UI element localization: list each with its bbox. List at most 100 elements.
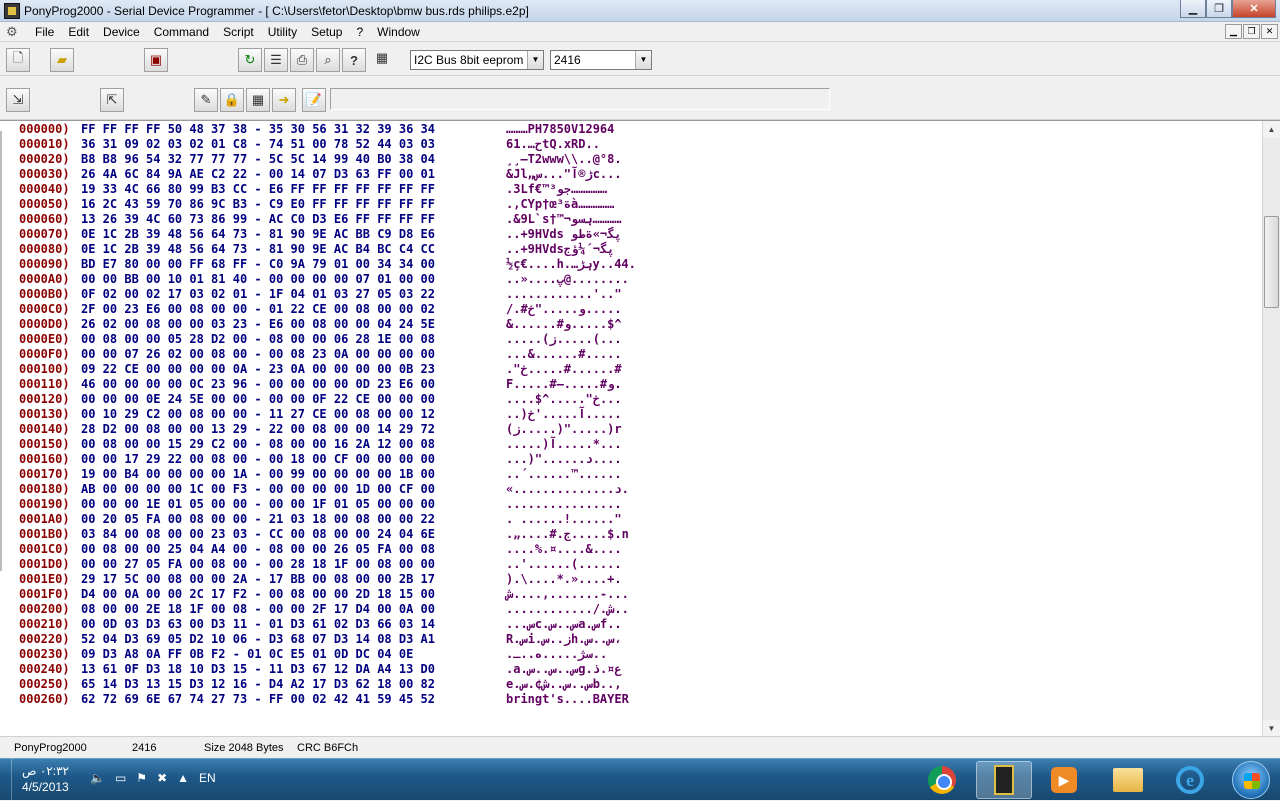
close-button[interactable]: ✕ (1232, 0, 1276, 18)
table-row[interactable]: 0001F0) D4 00 0A 00 00 2C 17 F2 - 00 08 0… (0, 587, 1262, 602)
serial-number-button[interactable]: ▦ (246, 88, 270, 112)
row-ascii[interactable]: ................ (506, 497, 622, 512)
row-hex-bytes[interactable]: 00 20 05 FA 00 08 00 00 - 21 03 18 00 08… (81, 512, 435, 527)
row-ascii[interactable]: .....)آ.....*... (506, 437, 622, 452)
reload-button[interactable]: ↻ (238, 48, 262, 72)
row-hex-bytes[interactable]: AB 00 00 00 00 1C 00 F3 - 00 00 00 00 1D… (81, 482, 435, 497)
scroll-thumb[interactable] (1264, 216, 1279, 308)
vertical-scrollbar[interactable]: ▲ ▼ (1262, 121, 1280, 736)
chevron-down-icon[interactable]: ▼ (527, 51, 543, 69)
taskbar-ponyprog[interactable] (976, 761, 1032, 799)
row-ascii[interactable]: F.....#–.....#و. (506, 377, 622, 392)
minimize-button[interactable]: ▁ (1180, 0, 1206, 18)
row-hex-bytes[interactable]: 26 02 00 08 00 00 03 23 - E6 00 08 00 00… (81, 317, 435, 332)
row-hex-bytes[interactable]: 65 14 D3 13 15 D3 12 16 - D4 A2 17 D3 62… (81, 677, 435, 692)
row-hex-bytes[interactable]: 19 33 4C 66 80 99 B3 CC - E6 FF FF FF FF… (81, 182, 435, 197)
read-all-button[interactable]: ⇲ (6, 88, 30, 112)
action-center-icon[interactable]: ⚑ (136, 771, 147, 785)
table-row[interactable]: 000180) AB 00 00 00 00 1C 00 F3 - 00 00 0… (0, 482, 1262, 497)
row-hex-bytes[interactable]: 36 31 09 02 03 02 01 C8 - 74 51 00 78 52… (81, 137, 435, 152)
row-ascii[interactable]: ..´......™...... (506, 467, 622, 482)
row-ascii[interactable]: &......#و.....$^ (506, 317, 622, 332)
print-button[interactable]: ⎙ (290, 48, 314, 72)
find-button[interactable]: ⌕ (316, 48, 340, 72)
taskbar-chrome[interactable] (914, 761, 970, 799)
row-ascii[interactable]: ¸¸–T2www\\..@°8. (506, 152, 622, 167)
row-ascii[interactable]: «..............د. (506, 482, 629, 497)
table-row[interactable]: 0001B0) 03 84 00 08 00 00 23 03 - CC 00 0… (0, 527, 1262, 542)
row-ascii[interactable]: e.س..س..ش¢.سb..‚ (506, 677, 622, 692)
row-hex-bytes[interactable]: 0F 02 00 02 17 03 02 01 - 1F 04 01 03 27… (81, 287, 435, 302)
table-row[interactable]: 000200) 08 00 00 2E 18 1F 00 08 - 00 00 2… (0, 602, 1262, 617)
chip-device-icon-button[interactable]: ▦ (370, 46, 394, 70)
mdi-close-button[interactable]: ✕ (1261, 24, 1278, 39)
row-hex-bytes[interactable]: 00 00 17 29 22 00 08 00 - 00 18 00 CF 00… (81, 452, 435, 467)
row-ascii[interactable]: ..+9HVds پگ‍¬»ةطو (506, 227, 622, 242)
row-hex-bytes[interactable]: 08 00 00 2E 18 1F 00 08 - 00 00 2F 17 D4… (81, 602, 435, 617)
write-all-button[interactable]: ⇱ (100, 88, 124, 112)
row-ascii[interactable]: R.سi.ز..سh.س..س، (506, 632, 622, 647)
edit-script-button[interactable]: 📝 (302, 88, 326, 112)
taskbar-explorer[interactable] (1100, 761, 1156, 799)
menu-script[interactable]: Script (216, 23, 261, 41)
table-row[interactable]: 000050) 16 2C 43 59 70 86 9C B3 - C9 E0 F… (0, 197, 1262, 212)
next-button[interactable]: ➜ (272, 88, 296, 112)
row-hex-bytes[interactable]: 00 0D 03 D3 63 00 D3 11 - 01 D3 61 02 D3… (81, 617, 435, 632)
row-ascii[interactable]: ............/.ش.. (506, 602, 629, 617)
table-row[interactable]: 0000E0) 00 08 00 00 05 28 D2 00 - 08 00 0… (0, 332, 1262, 347)
row-hex-bytes[interactable]: 13 26 39 4C 60 73 86 99 - AC C0 D3 E6 FF… (81, 212, 435, 227)
mdi-minimize-button[interactable]: ▁ (1225, 24, 1242, 39)
row-hex-bytes[interactable]: 46 00 00 00 00 0C 23 96 - 00 00 00 00 0D… (81, 377, 435, 392)
document-system-menu-icon[interactable]: ⚙ (6, 24, 24, 40)
row-hex-bytes[interactable]: 00 08 00 00 05 28 D2 00 - 08 00 00 06 28… (81, 332, 435, 347)
row-hex-bytes[interactable]: 00 08 00 00 15 29 C2 00 - 08 00 00 16 2A… (81, 437, 435, 452)
table-row[interactable]: 0000C0) 2F 00 23 E6 00 08 00 00 - 01 22 C… (0, 302, 1262, 317)
table-row[interactable]: 000000) FF FF FF FF 50 48 37 38 - 35 30 5… (0, 122, 1262, 137)
device-type-select[interactable]: 2416 ▼ (550, 50, 652, 70)
security-button[interactable]: 🔒 (220, 88, 244, 112)
open-file-button[interactable]: ▰ (50, 48, 74, 72)
table-row[interactable]: 000160) 00 00 17 29 22 00 08 00 - 00 18 0… (0, 452, 1262, 467)
table-row[interactable]: 000080) 0E 1C 2B 39 48 56 64 73 - 81 90 9… (0, 242, 1262, 257)
table-row[interactable]: 000030) 26 4A 6C 84 9A AE C2 22 - 00 14 0… (0, 167, 1262, 182)
row-ascii[interactable]: .&9L`s†™¬ہسو………… (506, 212, 621, 227)
new-file-button[interactable]: 🗋 (6, 48, 30, 72)
row-ascii[interactable]: (ز.....)".....)r (506, 422, 622, 437)
row-ascii[interactable]: 61.…حtQ.xRD.. (506, 137, 600, 152)
row-hex-bytes[interactable]: 09 D3 A8 0A FF 0B F2 - 01 0C E5 01 0D DC… (81, 647, 413, 662)
scroll-up-icon[interactable]: ▲ (1263, 121, 1280, 138)
show-desktop-button[interactable] (0, 759, 12, 801)
table-row[interactable]: 000210) 00 0D 03 D3 63 00 D3 11 - 01 D3 6… (0, 617, 1262, 632)
row-hex-bytes[interactable]: 00 00 00 1E 01 05 00 00 - 00 00 1F 01 05… (81, 497, 435, 512)
row-ascii[interactable]: ............'.." (506, 287, 622, 302)
row-hex-bytes[interactable]: 62 72 69 6E 67 74 27 73 - FF 00 02 42 41… (81, 692, 435, 707)
row-hex-bytes[interactable]: 19 00 B4 00 00 00 00 1A - 00 99 00 00 00… (81, 467, 435, 482)
row-ascii[interactable]: ..»....پ@........ (506, 272, 629, 287)
menu-setup[interactable]: Setup (304, 23, 349, 41)
row-ascii[interactable]: ………PH7850V12964 (506, 122, 614, 137)
table-row[interactable]: 000150) 00 08 00 00 15 29 C2 00 - 08 00 0… (0, 437, 1262, 452)
taskbar-ie[interactable]: e (1162, 761, 1218, 799)
menu-utility[interactable]: Utility (261, 23, 304, 41)
row-ascii[interactable]: ...&......#..... (506, 347, 622, 362)
row-ascii[interactable]: ..+9HVdsپگ‍¬´¼ؤج (506, 242, 614, 257)
row-hex-bytes[interactable]: 00 00 27 05 FA 00 08 00 - 00 28 18 1F 00… (81, 557, 435, 572)
menu-file[interactable]: File (28, 23, 61, 41)
table-row[interactable]: 000240) 13 61 0F D3 18 10 D3 15 - 11 D3 6… (0, 662, 1262, 677)
maximize-button[interactable]: ❐ (1206, 0, 1232, 18)
row-hex-bytes[interactable]: 00 08 00 00 25 04 A4 00 - 08 00 00 26 05… (81, 542, 435, 557)
table-row[interactable]: 000260) 62 72 69 6E 67 74 27 73 - FF 00 0… (0, 692, 1262, 707)
table-row[interactable]: 000120) 00 00 00 0E 24 5E 00 00 - 00 00 0… (0, 392, 1262, 407)
row-ascii[interactable]: .,CYp†œ³ةà…………… (506, 197, 614, 212)
row-hex-bytes[interactable]: 00 00 BB 00 10 01 81 40 - 00 00 00 00 07… (81, 272, 435, 287)
row-hex-bytes[interactable]: 16 2C 43 59 70 86 9C B3 - C9 E0 FF FF FF… (81, 197, 435, 212)
table-row[interactable]: 000090) BD E7 80 00 00 FF 68 FF - C0 9A 7… (0, 257, 1262, 272)
table-row[interactable]: 0001E0) 29 17 5C 00 08 00 00 2A - 17 BB 0… (0, 572, 1262, 587)
device-family-select[interactable]: I2C Bus 8bit eeprom ▼ (410, 50, 544, 70)
row-hex-bytes[interactable]: 03 84 00 08 00 00 23 03 - CC 00 08 00 00… (81, 527, 435, 542)
table-row[interactable]: 000110) 46 00 00 00 00 0C 23 96 - 00 00 0… (0, 377, 1262, 392)
clock[interactable]: ٠٢:٣٢ ص 4/5/2013 (22, 763, 69, 795)
table-row[interactable]: 000140) 28 D2 00 08 00 00 13 29 - 22 00 0… (0, 422, 1262, 437)
table-row[interactable]: 0000A0) 00 00 BB 00 10 01 81 40 - 00 00 0… (0, 272, 1262, 287)
chevron-down-icon[interactable]: ▼ (635, 51, 651, 69)
